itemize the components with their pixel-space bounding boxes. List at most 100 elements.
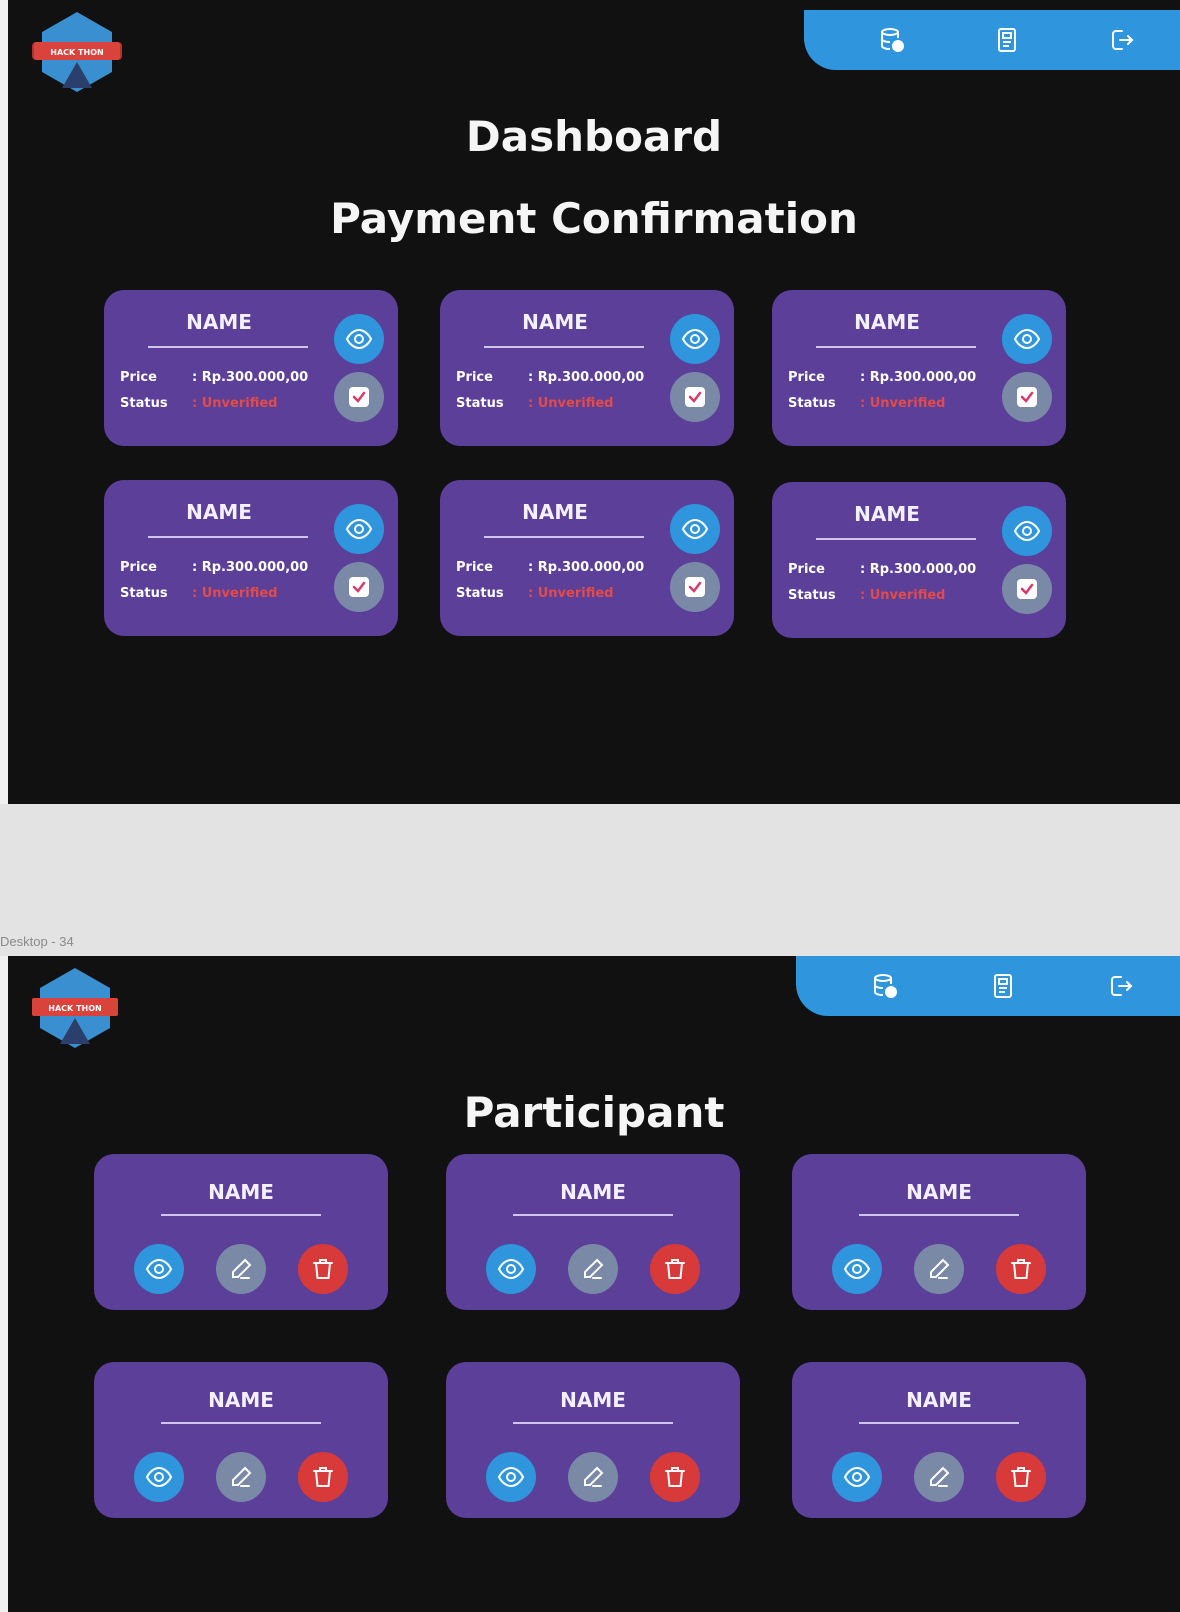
delete-button[interactable] bbox=[298, 1452, 348, 1502]
price-value: : Rp.300.000,00 bbox=[860, 370, 977, 385]
status-row: Status : Unverified bbox=[120, 586, 277, 601]
frame-label: Desktop - 34 bbox=[0, 934, 74, 949]
verify-button[interactable] bbox=[334, 562, 384, 612]
logout-button[interactable] bbox=[1105, 23, 1139, 57]
edit-button[interactable] bbox=[914, 1452, 964, 1502]
delete-button[interactable] bbox=[996, 1244, 1046, 1294]
document-button[interactable] bbox=[990, 23, 1024, 57]
status-label: Status bbox=[120, 396, 168, 411]
status-label: Status bbox=[456, 586, 504, 601]
pencil-icon bbox=[232, 1466, 252, 1487]
trash-icon bbox=[313, 1259, 333, 1279]
delete-button[interactable] bbox=[996, 1452, 1046, 1502]
hackathon-logo[interactable]: HACK THON bbox=[32, 8, 122, 98]
delete-button[interactable] bbox=[650, 1244, 700, 1294]
price-label: Price bbox=[788, 370, 825, 385]
view-button[interactable] bbox=[832, 1244, 882, 1294]
name-underline bbox=[484, 536, 644, 538]
pencil-icon bbox=[584, 1466, 604, 1487]
card-name: NAME bbox=[186, 500, 252, 524]
status-row: Status: Unverified bbox=[456, 396, 613, 411]
payment-card: NAME Price: Rp.300.000,00 Status: Unveri… bbox=[772, 482, 1066, 638]
price-label: Price bbox=[120, 560, 157, 575]
card-name: NAME bbox=[906, 1180, 972, 1204]
pencil-icon bbox=[930, 1466, 950, 1487]
status-label: Status bbox=[120, 586, 168, 601]
logout-button[interactable] bbox=[1104, 969, 1138, 1003]
pencil-icon bbox=[584, 1258, 604, 1279]
document-icon bbox=[994, 974, 1012, 998]
hackathon-logo[interactable]: HACK THON bbox=[30, 964, 120, 1054]
verify-button[interactable] bbox=[670, 372, 720, 422]
checkbox-icon bbox=[349, 387, 369, 407]
name-underline bbox=[859, 1214, 1019, 1216]
eye-icon bbox=[1013, 520, 1041, 542]
page-title: Dashboard bbox=[465, 112, 723, 161]
card-name: NAME bbox=[560, 1180, 626, 1204]
price-row: Price: Rp.300.000,00 bbox=[120, 370, 308, 385]
edit-button[interactable] bbox=[914, 1244, 964, 1294]
status-label: Status bbox=[788, 396, 836, 411]
trash-icon bbox=[313, 1467, 333, 1487]
name-underline bbox=[816, 346, 976, 348]
card-actions bbox=[446, 1244, 740, 1294]
delete-button[interactable] bbox=[298, 1244, 348, 1294]
view-button[interactable] bbox=[134, 1452, 184, 1502]
card-actions bbox=[94, 1452, 388, 1502]
edit-button[interactable] bbox=[216, 1452, 266, 1502]
view-button[interactable] bbox=[832, 1452, 882, 1502]
pencil-icon bbox=[930, 1258, 950, 1279]
verify-button[interactable] bbox=[670, 562, 720, 612]
name-underline bbox=[816, 538, 976, 540]
status-value: : Unverified bbox=[192, 586, 278, 601]
price-row: Price: Rp.300.000,00 bbox=[456, 560, 644, 575]
status-row: Status : Unverified bbox=[788, 588, 945, 603]
view-button[interactable] bbox=[486, 1452, 536, 1502]
card-name: NAME bbox=[906, 1388, 972, 1412]
name-underline bbox=[161, 1422, 321, 1424]
status-label: Status bbox=[788, 588, 836, 603]
card-name: NAME bbox=[522, 500, 588, 524]
participant-card: NAME bbox=[792, 1154, 1086, 1310]
trash-icon bbox=[1011, 1259, 1031, 1279]
database-icon bbox=[874, 974, 897, 998]
logo-text: HACK THON bbox=[48, 1004, 101, 1013]
view-button[interactable] bbox=[134, 1244, 184, 1294]
eye-icon bbox=[345, 518, 373, 540]
dashboard-frame: HACK THON Dashboard Payment Confirmation… bbox=[8, 0, 1180, 804]
edit-button[interactable] bbox=[568, 1452, 618, 1502]
trash-icon bbox=[665, 1467, 685, 1487]
database-button[interactable] bbox=[875, 23, 909, 57]
view-button[interactable] bbox=[1002, 314, 1052, 364]
card-name: NAME bbox=[208, 1180, 274, 1204]
database-button[interactable] bbox=[868, 969, 902, 1003]
delete-button[interactable] bbox=[650, 1452, 700, 1502]
view-button[interactable] bbox=[334, 504, 384, 554]
view-button[interactable] bbox=[1002, 506, 1052, 556]
view-button[interactable] bbox=[486, 1244, 536, 1294]
status-value: : Unverified bbox=[528, 586, 614, 601]
verify-button[interactable] bbox=[1002, 564, 1052, 614]
checkbox-icon bbox=[685, 387, 705, 407]
verify-button[interactable] bbox=[334, 372, 384, 422]
payment-card: NAME Price: Rp.300.000,00 Status : Unveri… bbox=[104, 480, 398, 636]
view-button[interactable] bbox=[334, 314, 384, 364]
price-row: Price: Rp.300.000,00 bbox=[120, 560, 308, 575]
name-underline bbox=[161, 1214, 321, 1216]
participant-card: NAME bbox=[94, 1362, 388, 1518]
verify-button[interactable] bbox=[1002, 372, 1052, 422]
status-row: Status : Unverified bbox=[456, 586, 613, 601]
price-row: Price: Rp.300.000,00 bbox=[456, 370, 644, 385]
document-button[interactable] bbox=[986, 969, 1020, 1003]
pencil-icon bbox=[232, 1258, 252, 1279]
edit-button[interactable] bbox=[568, 1244, 618, 1294]
view-button[interactable] bbox=[670, 314, 720, 364]
top-navbar bbox=[796, 956, 1180, 1016]
status-value: : Unverified bbox=[860, 588, 946, 603]
card-actions bbox=[446, 1452, 740, 1502]
edit-button[interactable] bbox=[216, 1244, 266, 1294]
card-name: NAME bbox=[208, 1388, 274, 1412]
view-button[interactable] bbox=[670, 504, 720, 554]
status-value: : Unverified bbox=[528, 396, 614, 411]
participant-card: NAME bbox=[446, 1362, 740, 1518]
